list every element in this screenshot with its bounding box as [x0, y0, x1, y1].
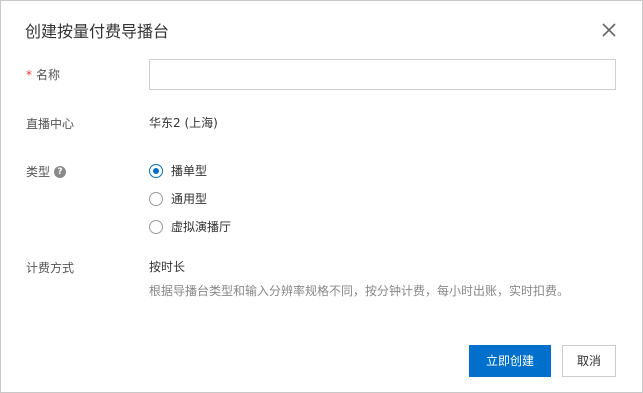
- name-input[interactable]: [149, 59, 616, 90]
- billing-value: 按时长: [149, 260, 186, 274]
- required-mark: *: [26, 68, 32, 82]
- center-value: 华东2 (上海): [149, 116, 218, 130]
- cancel-button[interactable]: 取消: [562, 345, 616, 377]
- radio-label: 通用型: [171, 192, 208, 206]
- center-label: 直播中心: [26, 117, 75, 131]
- radio-label: 播单型: [171, 164, 208, 178]
- name-label: * 名称: [26, 67, 60, 83]
- billing-hint: 根据导播台类型和输入分辨率规格不同，按分钟计费，每小时出账，实时扣费。: [149, 284, 570, 298]
- type-label: 类型?: [26, 164, 67, 180]
- billing-label: 计费方式: [26, 261, 75, 275]
- radio-option-general[interactable]: 通用型: [149, 191, 207, 207]
- radio-checked-icon[interactable]: [149, 164, 163, 178]
- radio-unchecked-icon[interactable]: [149, 192, 163, 206]
- create-director-dialog: 创建按量付费导播台 * 名称 直播中心 华东2 (上海) 类型? 播单型 通用型 …: [0, 0, 643, 393]
- create-button[interactable]: 立即创建: [469, 345, 551, 377]
- radio-unchecked-icon[interactable]: [149, 220, 163, 234]
- radio-option-virtual-studio[interactable]: 虚拟演播厅: [149, 219, 231, 235]
- close-icon[interactable]: [600, 21, 618, 39]
- dialog-title: 创建按量付费导播台: [25, 22, 170, 41]
- type-label-text: 类型: [26, 165, 51, 179]
- radio-label: 虚拟演播厅: [171, 220, 232, 234]
- name-label-text: 名称: [36, 68, 61, 82]
- question-circle-icon[interactable]: ?: [54, 165, 67, 178]
- radio-option-playlist[interactable]: 播单型: [149, 163, 207, 179]
